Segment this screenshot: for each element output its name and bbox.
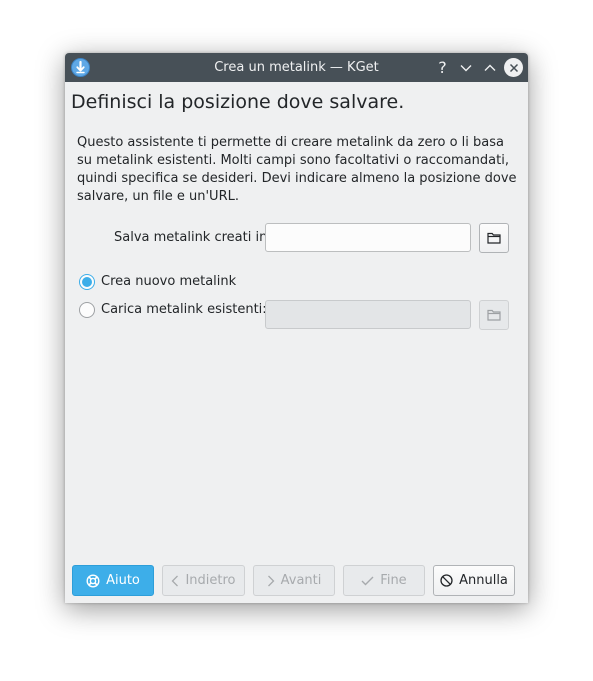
create-new-radio[interactable]: [79, 274, 95, 290]
dialog-window: Crea un metalink — KGet ? Definisci la p…: [65, 53, 528, 603]
create-new-label[interactable]: Crea nuovo metalink: [101, 274, 236, 289]
page-title: Definisci la posizione dove salvare.: [71, 91, 405, 113]
help-button-label: Aiuto: [106, 573, 140, 588]
folder-icon: [487, 309, 501, 321]
finish-button[interactable]: Fine: [343, 565, 425, 596]
back-button[interactable]: Indietro: [162, 565, 245, 596]
cancel-button[interactable]: Annulla: [433, 565, 515, 596]
back-button-label: Indietro: [185, 573, 236, 588]
page-description: Questo assistente ti permette di creare …: [77, 135, 517, 204]
next-button[interactable]: Avanti: [253, 565, 335, 596]
cancel-button-label: Annulla: [459, 573, 508, 588]
next-button-label: Avanti: [280, 573, 322, 588]
checkmark-icon: [361, 576, 374, 585]
browse-save-button[interactable]: [479, 223, 509, 253]
load-existing-radio[interactable]: [79, 302, 95, 318]
browse-load-button: [479, 300, 509, 330]
chevron-left-icon: [172, 575, 179, 586]
maximize-icon[interactable]: [480, 58, 499, 77]
save-location-label: Salva metalink creati in:: [114, 230, 272, 245]
save-location-input[interactable]: [265, 223, 471, 252]
finish-button-label: Fine: [380, 573, 407, 588]
load-existing-input: [265, 300, 471, 329]
help-icon[interactable]: ?: [433, 58, 452, 77]
load-existing-label[interactable]: Carica metalink esistenti:: [101, 302, 267, 317]
cancel-icon: [440, 574, 453, 587]
help-button[interactable]: Aiuto: [72, 565, 154, 596]
chevron-right-icon: [267, 575, 275, 586]
close-icon[interactable]: [504, 58, 523, 77]
title-bar[interactable]: Crea un metalink — KGet ?: [65, 53, 528, 82]
folder-icon: [487, 232, 501, 244]
minimize-icon[interactable]: [456, 58, 475, 77]
lifebuoy-icon: [86, 573, 100, 588]
